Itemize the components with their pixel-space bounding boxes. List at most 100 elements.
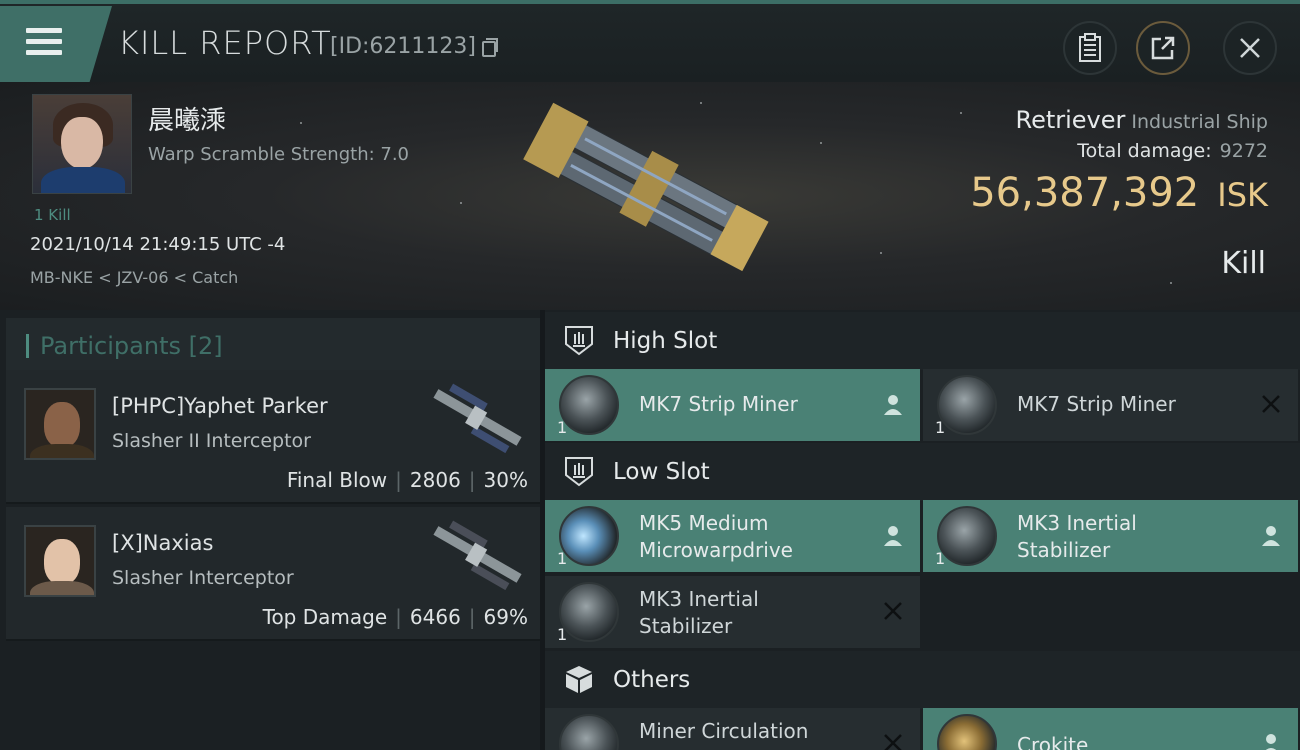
participant-name[interactable]: [PHPC]Yaphet Parker [112, 394, 328, 418]
module-quantity: 1 [557, 418, 568, 437]
module-quantity: 1 [935, 418, 946, 437]
others-header: Others [545, 651, 1300, 709]
module-name: MK7 Strip Miner [1017, 392, 1176, 416]
total-damage-label: Total damage: [1077, 140, 1212, 162]
module-quantity: 1 [557, 625, 568, 644]
fitted-module[interactable]: 1 MK3 Inertial Stabilizer [923, 500, 1298, 572]
victim-summary: 晨曦溗 Warp Scramble Strength: 7.0 1 Kill 2… [0, 82, 1300, 310]
item-name: Crokite [1017, 733, 1089, 750]
warp-scramble-strength: Warp Scramble Strength: 7.0 [148, 144, 410, 165]
cargo-box-icon [566, 666, 592, 693]
module-name-line2: Stabilizer [639, 614, 733, 638]
participant-avatar[interactable] [24, 388, 96, 460]
participant-ship: Slasher Interceptor [112, 567, 294, 589]
participant-ship-image [433, 383, 522, 454]
module-name: MK3 Inertial Stabilizer [639, 586, 759, 640]
item-icon [937, 714, 997, 750]
pilot-icon [884, 526, 902, 546]
module-name: MK7 Strip Miner [639, 392, 798, 416]
participant-role: Final Blow [286, 468, 388, 492]
participant-damage: 2806 [409, 468, 461, 492]
high-slot-icon [565, 326, 593, 356]
high-slot-label: High Slot [613, 328, 718, 354]
destroyed-icon [1262, 395, 1280, 413]
low-slot-header: Low Slot [545, 443, 1300, 501]
high-slot-header: High Slot [545, 312, 1300, 370]
fitted-module[interactable]: 1 MK7 Strip Miner [923, 369, 1298, 441]
low-slot-icon [565, 457, 593, 487]
victim-avatar[interactable] [32, 94, 132, 194]
module-quantity: 1 [935, 549, 946, 568]
ship-name[interactable]: Retriever [1015, 106, 1125, 134]
participant-row[interactable]: [PHPC]Yaphet Parker Slasher II Intercept… [6, 370, 540, 504]
module-icon [559, 582, 619, 642]
module-icon [937, 375, 997, 435]
kill-datetime: 2021/10/14 21:49:15 UTC -4 [30, 234, 286, 255]
hamburger-menu-icon [26, 28, 62, 58]
others-label: Others [613, 667, 691, 693]
participant-stats: Top Damage | 6466 | 69% [262, 605, 528, 629]
participant-ship-image [433, 520, 522, 591]
participant-ship: Slasher II Interceptor [112, 430, 311, 452]
victim-name[interactable]: 晨曦溗 [148, 100, 226, 137]
item-icon [559, 714, 619, 750]
kill-result: Kill [1221, 246, 1266, 281]
share-button[interactable] [1136, 21, 1190, 75]
participants-header: Participants [2] [6, 318, 540, 372]
module-name-line1: MK3 Inertial [639, 587, 759, 611]
copy-icon[interactable] [482, 38, 498, 57]
total-damage: Total damage: 9272 [1077, 140, 1268, 162]
module-icon [559, 506, 619, 566]
kill-location: MB-NKE < JZV-06 < Catch [30, 268, 239, 287]
module-name-line1: MK3 Inertial [1017, 511, 1137, 535]
isk-amount: 56,387,392 [970, 170, 1200, 216]
pilot-icon [1265, 734, 1277, 750]
pilot-icon [1262, 526, 1280, 546]
kill-count: 1 Kill [34, 206, 71, 224]
cargo-item[interactable]: Crokite [923, 708, 1298, 750]
participant-avatar[interactable] [24, 525, 96, 597]
share-icon [1151, 36, 1175, 60]
menu-button[interactable] [0, 6, 112, 82]
module-name: MK5 Medium Microwarpdrive [639, 510, 793, 564]
report-id: [ID:6211123] [330, 34, 476, 59]
module-icon [559, 375, 619, 435]
destroyed-icon [884, 734, 902, 750]
destroyed-icon [884, 602, 902, 620]
module-name: MK3 Inertial Stabilizer [1017, 510, 1137, 564]
participant-stats: Final Blow | 2806 | 30% [286, 468, 528, 492]
header-bar: KILL REPORT [ID:6211123] [0, 0, 1300, 82]
module-name-line2: Microwarpdrive [639, 538, 793, 562]
page-title: KILL REPORT [118, 24, 332, 62]
fitted-module[interactable]: 1 MK7 Strip Miner [545, 369, 920, 441]
ship-class: Industrial Ship [1131, 111, 1268, 133]
participant-damage: 6466 [409, 605, 461, 629]
fitting-panel: High Slot 1 MK7 Strip Miner 1 MK7 Strip … [545, 310, 1300, 750]
isk-value: 56,387,392 ISK [970, 170, 1268, 216]
participant-row[interactable]: [X]Naxias Slasher Interceptor Top Damage… [6, 507, 540, 641]
ship-type: Retriever Industrial Ship [1015, 106, 1268, 134]
low-slot-label: Low Slot [613, 459, 710, 485]
participant-name[interactable]: [X]Naxias [112, 531, 213, 555]
pilot-icon [884, 395, 902, 415]
isk-unit: ISK [1217, 176, 1268, 214]
module-quantity: 1 [557, 549, 568, 568]
clipboard-icon [1079, 33, 1101, 62]
close-button[interactable] [1223, 21, 1277, 75]
participant-percent: 69% [483, 605, 528, 629]
ship-image[interactable] [515, 92, 785, 282]
item-name: Miner Circulation [639, 719, 809, 743]
clipboard-button[interactable] [1063, 21, 1117, 75]
fitted-module[interactable]: 1 MK5 Medium Microwarpdrive [545, 500, 920, 572]
participant-percent: 30% [483, 468, 528, 492]
cargo-item[interactable]: Miner Circulation [545, 708, 920, 750]
participants-title: Participants [2] [40, 332, 223, 360]
module-name-line2: Stabilizer [1017, 538, 1111, 562]
module-name-line1: MK5 Medium [639, 511, 769, 535]
participant-role: Top Damage [262, 605, 388, 629]
close-icon [1240, 38, 1260, 58]
participants-panel: Participants [2] [PHPC]Yaphet Parker Sla… [0, 310, 540, 750]
fitted-module[interactable]: 1 MK3 Inertial Stabilizer [545, 576, 920, 648]
total-damage-value: 9272 [1219, 140, 1268, 162]
module-icon [937, 506, 997, 566]
